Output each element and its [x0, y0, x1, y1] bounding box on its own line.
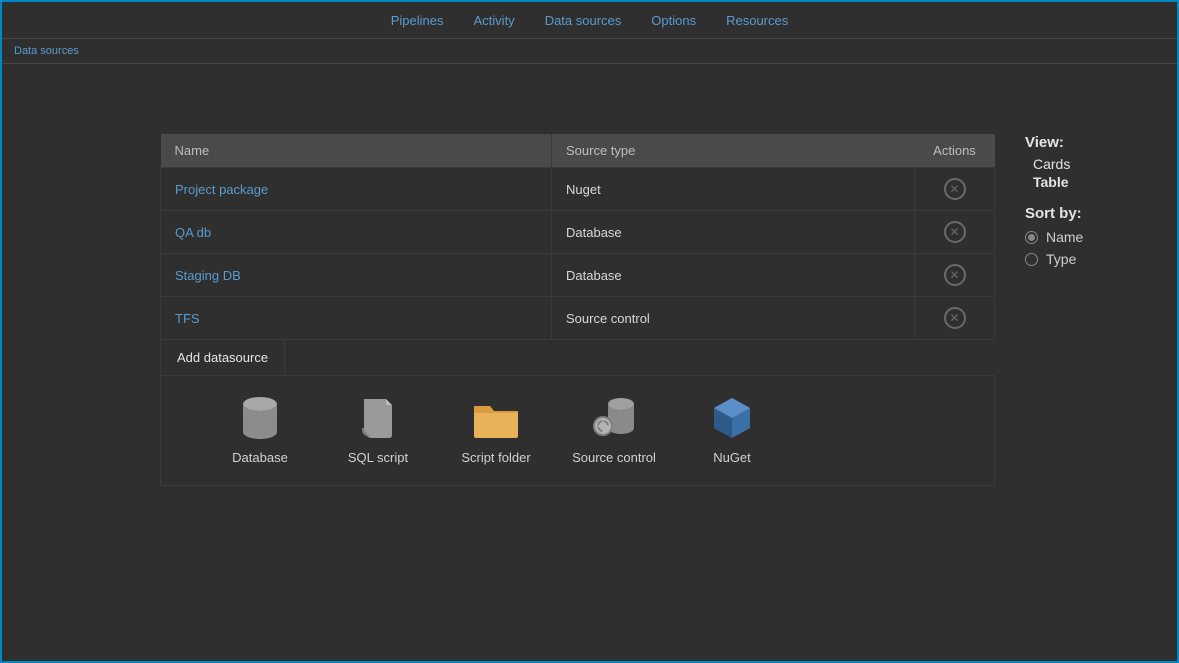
breadcrumb: Data sources: [2, 39, 1177, 64]
sort-option-name[interactable]: Name: [1025, 226, 1165, 248]
col-actions: Actions: [915, 134, 995, 168]
folder-icon: [437, 392, 555, 440]
table-row: TFS Source control ✕: [161, 297, 995, 340]
delete-icon[interactable]: ✕: [944, 221, 966, 243]
radio-icon: [1025, 253, 1038, 266]
datasources-table: Name Source type Actions Project package…: [160, 134, 995, 340]
delete-icon[interactable]: ✕: [944, 178, 966, 200]
table-row: QA db Database ✕: [161, 211, 995, 254]
col-name: Name: [161, 134, 552, 168]
row-type: Database: [552, 254, 915, 297]
database-icon: [201, 392, 319, 440]
add-option-nuget[interactable]: NuGet: [673, 392, 791, 465]
sort-label: Sort by:: [1025, 205, 1165, 222]
row-name-link[interactable]: Project package: [175, 182, 268, 197]
sort-option-label: Name: [1046, 229, 1083, 245]
add-option-database[interactable]: Database: [201, 392, 319, 465]
delete-icon[interactable]: ✕: [944, 264, 966, 286]
top-nav: Pipelines Activity Data sources Options …: [2, 2, 1177, 39]
tab-add-datasource[interactable]: Add datasource: [160, 340, 285, 375]
table-row: Staging DB Database ✕: [161, 254, 995, 297]
sql-script-icon: [319, 392, 437, 440]
add-option-label: SQL script: [319, 450, 437, 465]
add-option-source-control[interactable]: Source control: [555, 392, 673, 465]
view-label: View:: [1025, 134, 1165, 151]
nav-pipelines[interactable]: Pipelines: [391, 13, 444, 28]
add-option-label: NuGet: [673, 450, 791, 465]
view-option-table[interactable]: Table: [1025, 173, 1165, 191]
row-type: Nuget: [552, 168, 915, 211]
table-row: Project package Nuget ✕: [161, 168, 995, 211]
row-name-link[interactable]: TFS: [175, 311, 200, 326]
row-name-link[interactable]: Staging DB: [175, 268, 241, 283]
nav-resources[interactable]: Resources: [726, 13, 788, 28]
add-option-label: Script folder: [437, 450, 555, 465]
row-name-link[interactable]: QA db: [175, 225, 211, 240]
sort-option-type[interactable]: Type: [1025, 248, 1165, 270]
nav-options[interactable]: Options: [651, 13, 696, 28]
add-option-sql-script[interactable]: SQL script: [319, 392, 437, 465]
row-type: Database: [552, 211, 915, 254]
row-type: Source control: [552, 297, 915, 340]
add-option-label: Source control: [555, 450, 673, 465]
add-option-label: Database: [201, 450, 319, 465]
col-source-type: Source type: [552, 134, 915, 168]
sort-option-label: Type: [1046, 251, 1076, 267]
add-datasource-panel: Database SQL script: [160, 375, 995, 486]
source-control-icon: [555, 392, 673, 440]
nav-activity[interactable]: Activity: [474, 13, 515, 28]
nav-datasources[interactable]: Data sources: [545, 13, 622, 28]
add-option-script-folder[interactable]: Script folder: [437, 392, 555, 465]
nuget-icon: [673, 392, 791, 440]
sidebar: View: Cards Table Sort by: Name Type: [1025, 134, 1165, 270]
radio-icon: [1025, 231, 1038, 244]
delete-icon[interactable]: ✕: [944, 307, 966, 329]
view-option-cards[interactable]: Cards: [1025, 155, 1165, 173]
breadcrumb-datasources[interactable]: Data sources: [14, 45, 79, 57]
